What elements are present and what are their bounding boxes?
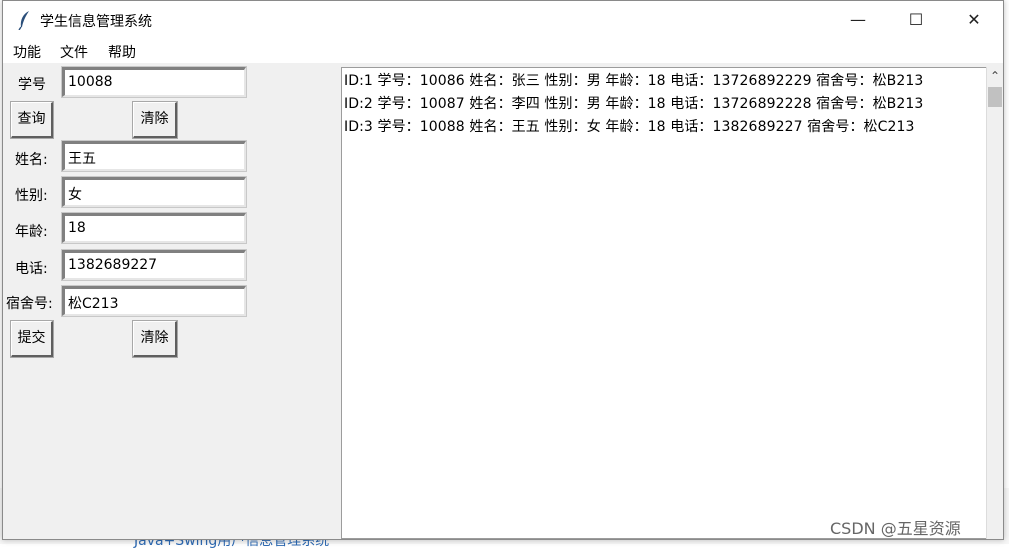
query-clear-button[interactable]: 清除 <box>132 101 178 139</box>
gender-input[interactable]: 女 <box>61 176 247 208</box>
minimize-button[interactable]: — <box>829 1 887 39</box>
records-textbox[interactable]: ID:1 学号：10086 姓名：张三 性别：男 年龄：18 电话：137268… <box>341 67 987 539</box>
name-label: 姓名: <box>15 152 48 168</box>
dorm-label: 宿舍号: <box>6 296 53 312</box>
student-id-label: 学号 <box>18 77 46 93</box>
gender-label: 性别: <box>15 188 48 204</box>
window-title: 学生信息管理系统 <box>40 14 152 30</box>
maximize-button[interactable]: ☐ <box>887 1 945 39</box>
phone-input[interactable]: 1382689227 <box>61 249 247 281</box>
scroll-thumb[interactable] <box>988 87 1002 107</box>
age-label: 年龄: <box>15 224 48 240</box>
app-window: 学生信息管理系统 — ☐ ✕ 功能 文件 帮助 学号 10088 查询 清除 姓… <box>2 0 1004 540</box>
submit-button[interactable]: 提交 <box>10 320 54 358</box>
menu-function[interactable]: 功能 <box>13 42 41 62</box>
name-input[interactable]: 王五 <box>61 140 247 172</box>
record-line: ID:2 学号：10087 姓名：李四 性别：男 年龄：18 电话：137268… <box>344 96 924 112</box>
record-line: ID:1 学号：10086 姓名：张三 性别：男 年龄：18 电话：137268… <box>344 73 924 89</box>
records-scrollbar[interactable]: ⌃ <box>986 67 1003 539</box>
record-line: ID:3 学号：10088 姓名：王五 性别：女 年龄：18 电话：138268… <box>344 119 915 135</box>
query-button[interactable]: 查询 <box>10 101 54 139</box>
scroll-up-icon[interactable]: ⌃ <box>990 69 1000 83</box>
close-button[interactable]: ✕ <box>945 1 1003 39</box>
watermark: CSDN @五星资源 <box>830 519 961 538</box>
menu-bar: 功能 文件 帮助 <box>3 39 1003 63</box>
form-clear-button[interactable]: 清除 <box>132 320 178 358</box>
phone-label: 电话: <box>15 261 48 277</box>
menu-file[interactable]: 文件 <box>60 42 88 62</box>
menu-help[interactable]: 帮助 <box>108 42 136 62</box>
student-id-input[interactable]: 10088 <box>61 66 247 98</box>
feather-icon <box>18 11 29 30</box>
age-input[interactable]: 18 <box>61 212 247 244</box>
dorm-input[interactable]: 松C213 <box>61 285 247 317</box>
title-bar: 学生信息管理系统 — ☐ ✕ <box>3 1 1003 39</box>
